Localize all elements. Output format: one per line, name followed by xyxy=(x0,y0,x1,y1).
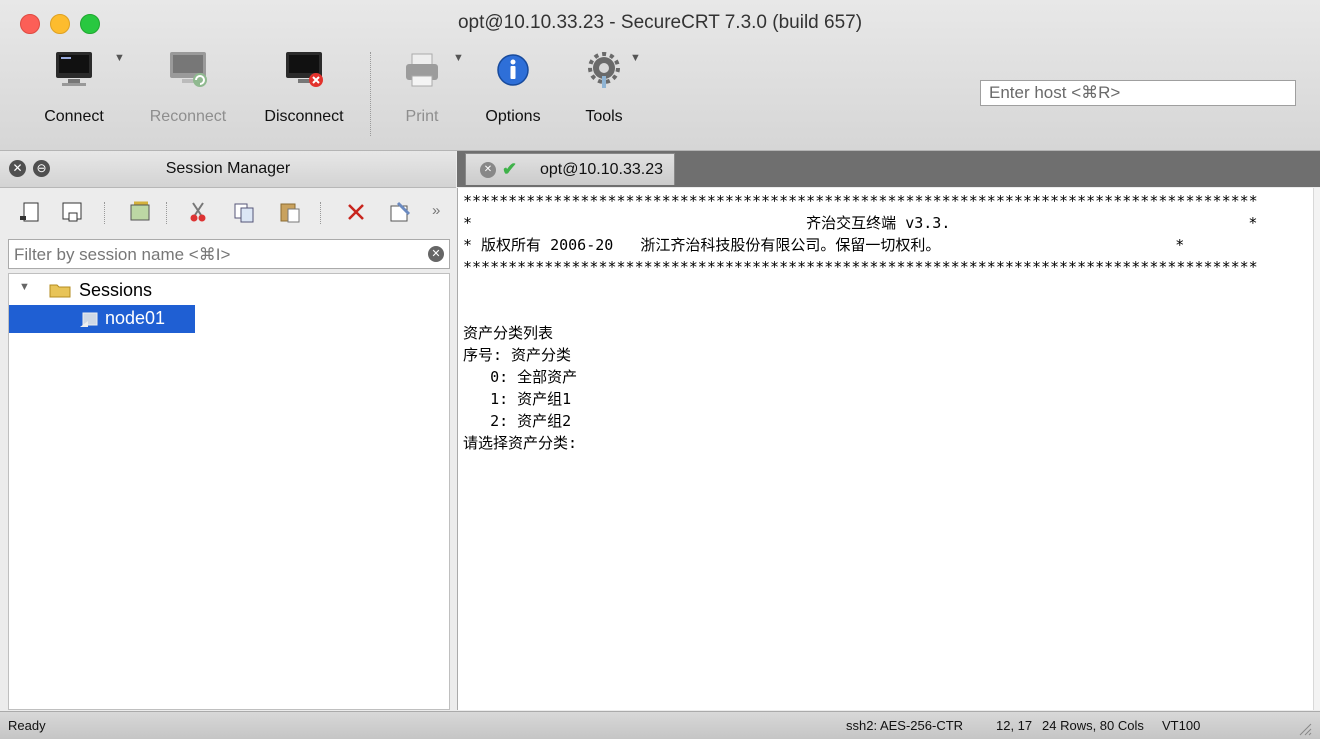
connect-label: Connect xyxy=(44,108,104,125)
disconnect-label: Disconnect xyxy=(264,108,344,125)
tools-dropdown-icon[interactable]: ▼ xyxy=(630,52,641,64)
new-session-icon[interactable] xyxy=(128,200,152,224)
disconnect-icon xyxy=(286,52,323,87)
reconnect-icon xyxy=(170,52,207,87)
terminal-line: ****************************************… xyxy=(463,192,1258,210)
session-item-node01[interactable]: node01 xyxy=(9,305,195,333)
session-manager-header: ✕ ⊖ Session Manager xyxy=(0,151,456,188)
reconnect-button[interactable]: Reconnect xyxy=(140,50,236,140)
terminal-line: 1: 资产组1 xyxy=(463,390,572,408)
close-tab-icon[interactable]: ✕ xyxy=(480,162,496,178)
connect-dropdown-icon[interactable]: ▼ xyxy=(114,52,125,64)
terminal-line: * 版权所有 2006-20 浙江齐治科技股份有限公司。保留一切权利。 * xyxy=(463,236,1185,254)
options-button[interactable]: Options xyxy=(478,50,548,140)
status-cipher: ssh2: AES-256-CTR xyxy=(846,718,964,733)
sessions-folder-row[interactable]: ▼ Sessions xyxy=(15,276,445,304)
session-icon xyxy=(80,312,98,327)
terminal-line: 序号: 资产分类 xyxy=(463,346,572,364)
options-label: Options xyxy=(485,108,541,125)
info-icon xyxy=(497,54,529,86)
print-dropdown-icon[interactable]: ▼ xyxy=(453,52,464,64)
paste-icon[interactable] xyxy=(278,200,302,224)
reconnect-label: Reconnect xyxy=(149,108,227,125)
connect-button[interactable]: Connect xyxy=(38,50,110,140)
tools-label: Tools xyxy=(585,108,623,125)
terminal-view[interactable]: ****************************************… xyxy=(457,188,1314,710)
delete-icon[interactable] xyxy=(344,200,368,224)
filter-placeholder: Filter by session name <⌘I> xyxy=(14,245,231,264)
gear-icon xyxy=(588,52,620,88)
session-tree: ▼ Sessions node01 xyxy=(8,273,450,710)
session-manager-title: Session Manager xyxy=(165,160,291,177)
toolbar-separator xyxy=(104,202,105,224)
disconnect-button[interactable]: Disconnect xyxy=(256,50,352,140)
title-bar: opt@10.10.33.23 - SecureCRT 7.3.0 (build… xyxy=(0,0,1320,151)
tab-label: opt@10.10.33.23 xyxy=(540,161,664,178)
session-item-label: node01 xyxy=(105,308,166,328)
connect-tab-icon[interactable] xyxy=(60,200,84,224)
terminal-scrollbar[interactable] xyxy=(1313,188,1320,710)
terminal-line: 资产分类列表 xyxy=(463,324,554,342)
toolbar-separator xyxy=(166,202,167,224)
disclosure-triangle-icon[interactable]: ▼ xyxy=(19,281,30,293)
terminal-line: ****************************************… xyxy=(463,258,1258,276)
terminal-line: * 齐治交互终端 v3.3. * xyxy=(463,214,1258,232)
status-cursor: 12, 17 xyxy=(996,718,1033,733)
toolbar-separator xyxy=(320,202,321,224)
session-filter-input[interactable]: Filter by session name <⌘I> ✕ xyxy=(8,239,450,269)
status-bar: Ready ssh2: AES-256-CTR 12, 17 24 Rows, … xyxy=(0,711,1320,739)
window-title: opt@10.10.33.23 - SecureCRT 7.3.0 (build… xyxy=(457,12,863,33)
copy-icon[interactable] xyxy=(232,200,256,224)
connected-check-icon: ✔ xyxy=(502,159,518,179)
terminal-line: 2: 资产组2 xyxy=(463,412,572,430)
monitor-icon xyxy=(56,52,92,86)
folder-icon xyxy=(49,284,71,298)
sessions-folder-label: Sessions xyxy=(79,280,153,300)
print-button[interactable]: Print xyxy=(396,50,448,140)
connect-session-icon[interactable] xyxy=(18,200,42,224)
session-tab-strip: ✕ ✔ opt@10.10.33.23 xyxy=(457,151,1320,187)
toolbar-separator xyxy=(370,52,371,136)
enter-host-input[interactable]: Enter host <⌘R> xyxy=(980,80,1296,106)
tab-opt-session[interactable]: ✕ ✔ opt@10.10.33.23 xyxy=(465,153,675,185)
printer-icon xyxy=(406,53,438,87)
clear-filter-icon[interactable]: ✕ xyxy=(428,246,444,262)
resize-grip-icon[interactable] xyxy=(1296,720,1312,736)
terminal-line: 0: 全部资产 xyxy=(463,368,578,386)
cut-icon[interactable] xyxy=(186,200,210,224)
tools-button[interactable]: Tools xyxy=(574,50,634,140)
status-size: 24 Rows, 80 Cols xyxy=(1042,718,1144,733)
properties-icon[interactable] xyxy=(388,200,412,224)
print-label: Print xyxy=(405,108,439,125)
terminal-line: 请选择资产分类: xyxy=(463,434,578,452)
session-manager-toolbar: » xyxy=(0,188,456,236)
status-emulation: VT100 xyxy=(1162,718,1201,733)
status-ready: Ready xyxy=(8,718,46,733)
more-tools-icon[interactable]: » xyxy=(432,202,440,219)
